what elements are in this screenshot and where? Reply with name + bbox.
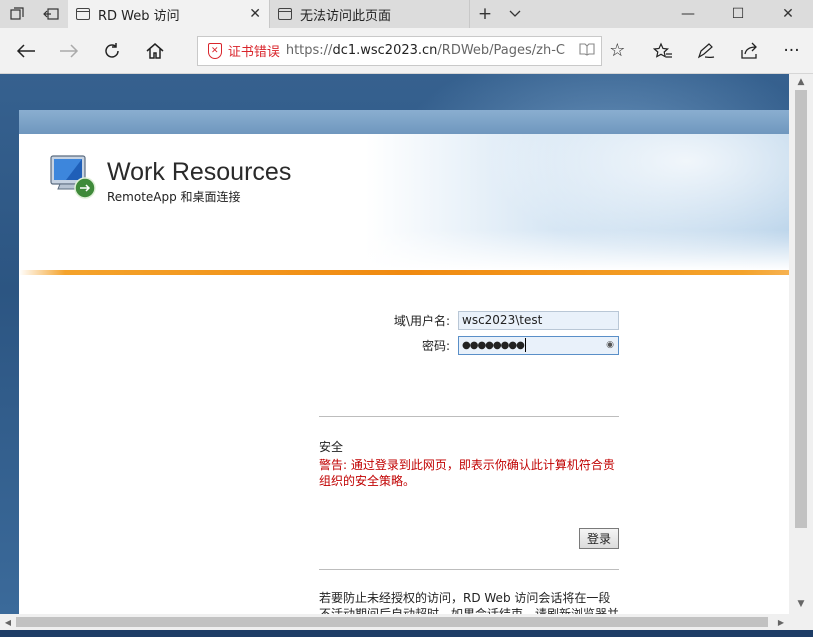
username-row: 域\用户名: wsc2023\test [319, 310, 619, 330]
chevron-down-icon[interactable] [500, 0, 530, 28]
more-icon[interactable]: ··· [770, 28, 813, 74]
horizontal-scroll-thumb[interactable] [16, 617, 768, 627]
divider [319, 416, 619, 417]
vertical-scroll-thumb[interactable] [795, 90, 807, 528]
url-path: /RDWeb/Pages/zh-C [437, 43, 566, 58]
certificate-error-icon[interactable]: ✕ [207, 42, 222, 59]
tab-rd-web[interactable]: RD Web 访问 ✕ [68, 0, 270, 28]
page-icon [76, 8, 90, 20]
reveal-password-icon[interactable]: ◉ [606, 340, 614, 350]
scrollbar-corner [789, 614, 813, 630]
card-top-bar [19, 110, 789, 134]
text-caret [524, 338, 526, 352]
star-icon[interactable]: ☆ [602, 40, 633, 61]
scroll-right-icon[interactable]: ▶ [774, 614, 788, 630]
scroll-up-icon[interactable]: ▲ [789, 74, 813, 90]
favorites-list-icon[interactable] [641, 28, 684, 74]
remote-desktop-logo-icon [48, 154, 96, 200]
username-value: wsc2023\test [462, 313, 543, 327]
scroll-down-icon[interactable]: ▼ [789, 596, 813, 612]
tab-cannot-reach[interactable]: 无法访问此页面 [270, 0, 470, 28]
username-field[interactable]: wsc2023\test [458, 310, 619, 330]
divider [319, 569, 619, 570]
tab-manager-icon[interactable] [0, 0, 34, 28]
close-window-icon[interactable]: ✕ [763, 0, 813, 28]
rdweb-card: Work Resources RemoteApp 和桌面连接 域\用户名: ws… [19, 110, 789, 614]
password-label: 密码: [421, 338, 450, 353]
security-heading: 安全 [319, 440, 344, 454]
url-text[interactable]: https://dc1.wsc2023.cn/RDWeb/Pages/zh-C [286, 43, 565, 58]
password-value: ●●●●●●●● [462, 339, 525, 351]
password-field[interactable]: ●●●●●●●● ◉ [458, 335, 619, 355]
certificate-error-label[interactable]: 证书错误 [228, 41, 280, 60]
password-row: 密码: ●●●●●●●● ◉ [319, 335, 619, 355]
tab-bar: RD Web 访问 ✕ 无法访问此页面 + — ☐ ✕ [0, 0, 813, 28]
minimize-icon[interactable]: — [663, 0, 713, 28]
page-viewport: Work Resources RemoteApp 和桌面连接 域\用户名: ws… [0, 74, 789, 614]
url-scheme: https:// [285, 43, 333, 58]
page-icon [278, 8, 292, 20]
page-title: Work Resources [107, 158, 292, 186]
scroll-left-icon[interactable]: ◀ [1, 614, 15, 630]
reading-view-icon[interactable] [573, 42, 601, 60]
login-button[interactable]: 登录 [579, 528, 619, 549]
tab-title: 无法访问此页面 [300, 8, 392, 24]
refresh-icon[interactable] [90, 28, 133, 74]
address-bar[interactable]: ✕ 证书错误 https://dc1.wsc2023.cn/RDWeb/Page… [196, 35, 602, 66]
navigation-bar: ✕ 证书错误 https://dc1.wsc2023.cn/RDWeb/Page… [0, 28, 813, 74]
timeout-notice: 若要防止未经授权的访问，RD Web 访问会话将在一段不活动期间后自动超时。如果… [319, 591, 620, 614]
home-icon[interactable] [134, 28, 177, 74]
close-tab-icon[interactable]: ✕ [249, 6, 261, 22]
tab-title: RD Web 访问 [98, 8, 180, 24]
pen-icon[interactable] [684, 28, 727, 74]
set-aside-tabs-icon[interactable] [34, 0, 68, 28]
orange-divider [19, 270, 789, 275]
vertical-scrollbar[interactable]: ▲ ▼ [789, 74, 813, 614]
login-form: 域\用户名: wsc2023\test 密码: ●●●●●●●● ◉ [319, 310, 619, 360]
maximize-icon[interactable]: ☐ [713, 0, 763, 28]
security-warning: 警告: 通过登录到此网页，即表示你确认此计算机符合贵组织的安全策略。 [319, 458, 615, 488]
desktop-edge [0, 630, 813, 637]
header-banner: Work Resources RemoteApp 和桌面连接 [19, 134, 789, 270]
horizontal-scrollbar[interactable]: ◀ ▶ [0, 614, 789, 630]
username-label: 域\用户名: [393, 313, 450, 328]
share-icon[interactable] [727, 28, 770, 74]
new-tab-icon[interactable]: + [470, 0, 500, 28]
page-subtitle: RemoteApp 和桌面连接 [107, 190, 241, 204]
forward-arrow-icon[interactable] [47, 28, 90, 74]
url-host: dc1.wsc2023.cn [332, 43, 438, 58]
back-arrow-icon[interactable] [4, 28, 47, 74]
